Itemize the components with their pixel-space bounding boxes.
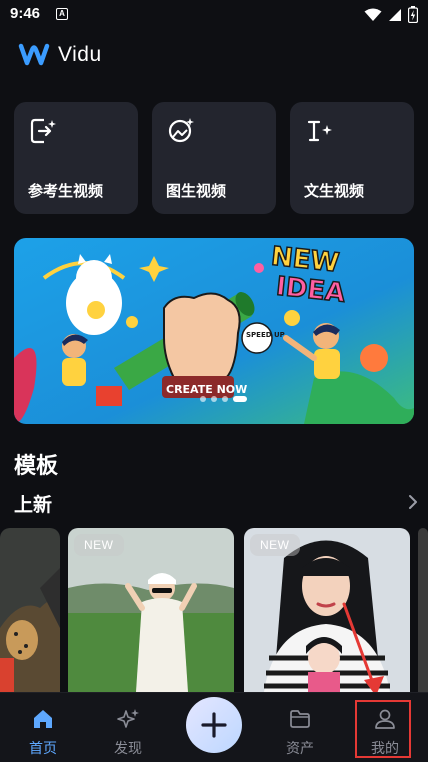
nav-label: 首页 — [29, 741, 57, 757]
tool-card-text-video[interactable]: 文生视频 — [290, 102, 414, 214]
app-brand: Vidu — [18, 42, 102, 68]
template-card-leopard[interactable] — [0, 528, 60, 692]
create-button[interactable] — [186, 697, 242, 753]
carousel-dot[interactable] — [222, 396, 228, 402]
new-templates-heading: 上新 — [14, 494, 53, 516]
reference-video-icon — [30, 118, 56, 144]
carousel-dot[interactable] — [200, 396, 206, 402]
carousel-indicator[interactable] — [200, 396, 247, 402]
templates-heading: 模板 — [14, 454, 59, 479]
status-indicators — [364, 6, 418, 23]
wifi-icon — [364, 8, 382, 21]
template-card-golfer[interactable]: NEW — [68, 528, 234, 692]
new-templates-row[interactable]: 上新 — [14, 490, 418, 518]
folder-icon — [290, 710, 310, 728]
tool-label: 参考生视频 — [28, 182, 104, 200]
app-name: Vidu — [58, 43, 102, 66]
tool-card-reference-video[interactable]: 参考生视频 — [14, 102, 138, 214]
new-badge: NEW — [74, 534, 124, 556]
image-video-icon — [168, 118, 194, 143]
nav-item-discover[interactable]: 发现 — [93, 693, 163, 762]
nav-item-assets[interactable]: 资产 — [265, 693, 335, 762]
signal-icon — [389, 8, 401, 21]
carousel-dot-active[interactable] — [233, 396, 247, 402]
plus-icon — [201, 712, 227, 738]
nav-item-home[interactable]: 首页 — [8, 693, 78, 762]
template-card-partial[interactable] — [418, 528, 428, 692]
status-bar: 9:46 A — [0, 0, 428, 30]
notification-icon: A — [56, 8, 68, 20]
chevron-right-icon[interactable] — [408, 494, 418, 510]
text-video-icon — [307, 120, 332, 142]
battery-icon — [408, 6, 418, 23]
carousel-dot[interactable] — [211, 396, 217, 402]
wristband-text: CREATE NOW — [166, 383, 247, 396]
status-time: 9:46 — [10, 5, 41, 22]
promo-banner[interactable]: CREATE NOW NEW IDEA SPEED UP — [14, 238, 414, 424]
vidu-logo-icon — [18, 43, 50, 66]
banner-speed-badge: SPEED UP — [246, 331, 285, 339]
nav-label: 发现 — [114, 741, 142, 757]
tool-label: 图生视频 — [166, 182, 227, 200]
red-arrow-annotation — [342, 602, 384, 696]
new-badge: NEW — [250, 534, 300, 556]
highlight-box-annotation — [355, 700, 411, 758]
nav-label: 资产 — [286, 741, 314, 757]
tool-label: 文生视频 — [304, 182, 365, 200]
tool-card-image-video[interactable]: 图生视频 — [152, 102, 276, 214]
template-thumbnail — [0, 528, 60, 692]
home-icon — [34, 710, 52, 728]
sparkle-icon — [117, 709, 139, 728]
